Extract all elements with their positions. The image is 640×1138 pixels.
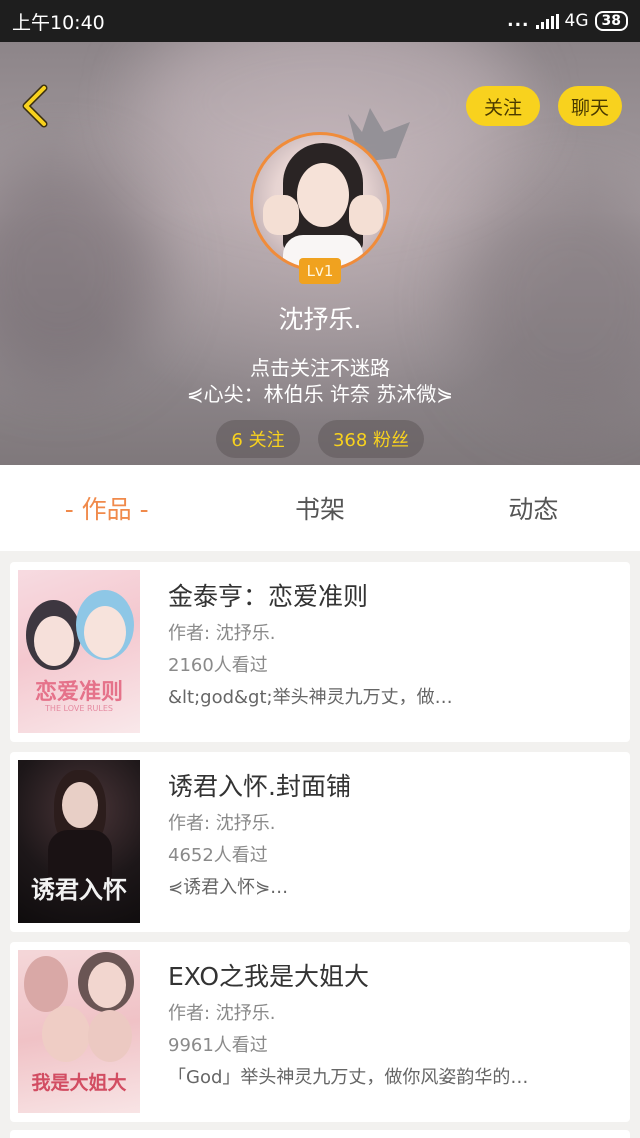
cover-title: 恋爱准则 — [34, 679, 123, 705]
book-description: &lt;god&gt;举头神灵九万丈，做… — [168, 687, 453, 708]
book-description: ⋞诱君入怀⋟… — [168, 877, 289, 898]
back-button[interactable] — [16, 82, 56, 130]
profile-tabs: - 作品 - 书架 动态 — [0, 465, 640, 551]
book-author: 作者: 沈抒乐. — [168, 1003, 276, 1024]
tab-works[interactable]: - 作品 - — [0, 465, 213, 551]
book-title[interactable]: EXO之我是大姐大 — [168, 956, 618, 998]
book-author: 作者: 沈抒乐. — [168, 623, 276, 644]
book-card-partial[interactable] — [10, 1130, 630, 1138]
book-cover[interactable]: 我是大姐大 — [18, 950, 140, 1113]
cover-title: 诱君入怀 — [31, 875, 127, 904]
cover-title: 我是大姐大 — [31, 1072, 127, 1094]
notification-dots-icon: ... — [507, 11, 530, 31]
tab-activity[interactable]: 动态 — [427, 465, 640, 551]
book-title[interactable]: 诱君入怀.封面铺 — [168, 766, 618, 808]
chevron-left-icon — [22, 84, 48, 128]
book-card[interactable]: 恋爱准则 THE LOVE RULES 金泰亨：恋爱准则 作者: 沈抒乐. 21… — [10, 562, 630, 742]
status-bar: 上午10:40 ... 4G 38 — [0, 0, 640, 42]
book-author: 作者: 沈抒乐. — [168, 813, 276, 834]
avatar[interactable] — [250, 132, 390, 272]
user-nickname: 沈抒乐. — [278, 305, 362, 334]
follow-button[interactable]: 关注 — [466, 86, 540, 126]
fans-count-button[interactable]: 368 粉丝 — [318, 420, 424, 458]
tab-bookshelf[interactable]: 书架 — [213, 465, 426, 551]
background-blur — [0, 162, 160, 382]
book-views: 9961人看过 — [168, 1035, 268, 1056]
signal-icon — [535, 13, 559, 29]
chat-button[interactable]: 聊天 — [558, 86, 622, 126]
status-time: 上午10:40 — [12, 11, 105, 34]
following-count-button[interactable]: 6 关注 — [216, 420, 300, 458]
book-cover[interactable]: 恋爱准则 THE LOVE RULES — [18, 570, 140, 733]
profile-header: 关注 聊天 Lv1 沈抒乐. 点击关注不迷路 ⋞心尖：林伯乐 许奈 苏沐微⋟ 6… — [0, 42, 640, 465]
network-type: 4G — [564, 11, 589, 31]
book-title[interactable]: 金泰亨：恋爱准则 — [168, 576, 618, 618]
user-bio-line2: ⋞心尖：林伯乐 许奈 苏沐微⋟ — [186, 382, 454, 406]
book-description: 「God」举头神灵九万丈，做你风姿韵华的… — [168, 1067, 529, 1088]
book-views: 4652人看过 — [168, 845, 268, 866]
book-card[interactable]: 诱君入怀 诱君入怀.封面铺 作者: 沈抒乐. 4652人看过 ⋞诱君入怀⋟… — [10, 752, 630, 932]
user-bio-line1: 点击关注不迷路 — [250, 356, 390, 380]
battery-icon: 38 — [594, 11, 628, 31]
book-views: 2160人看过 — [168, 655, 268, 676]
book-card[interactable]: 我是大姐大 EXO之我是大姐大 作者: 沈抒乐. 9961人看过 「God」举头… — [10, 942, 630, 1122]
cover-subtitle: THE LOVE RULES — [45, 704, 113, 713]
level-badge: Lv1 — [299, 258, 341, 284]
book-cover[interactable]: 诱君入怀 — [18, 760, 140, 923]
status-icons: ... 4G 38 — [507, 11, 628, 31]
